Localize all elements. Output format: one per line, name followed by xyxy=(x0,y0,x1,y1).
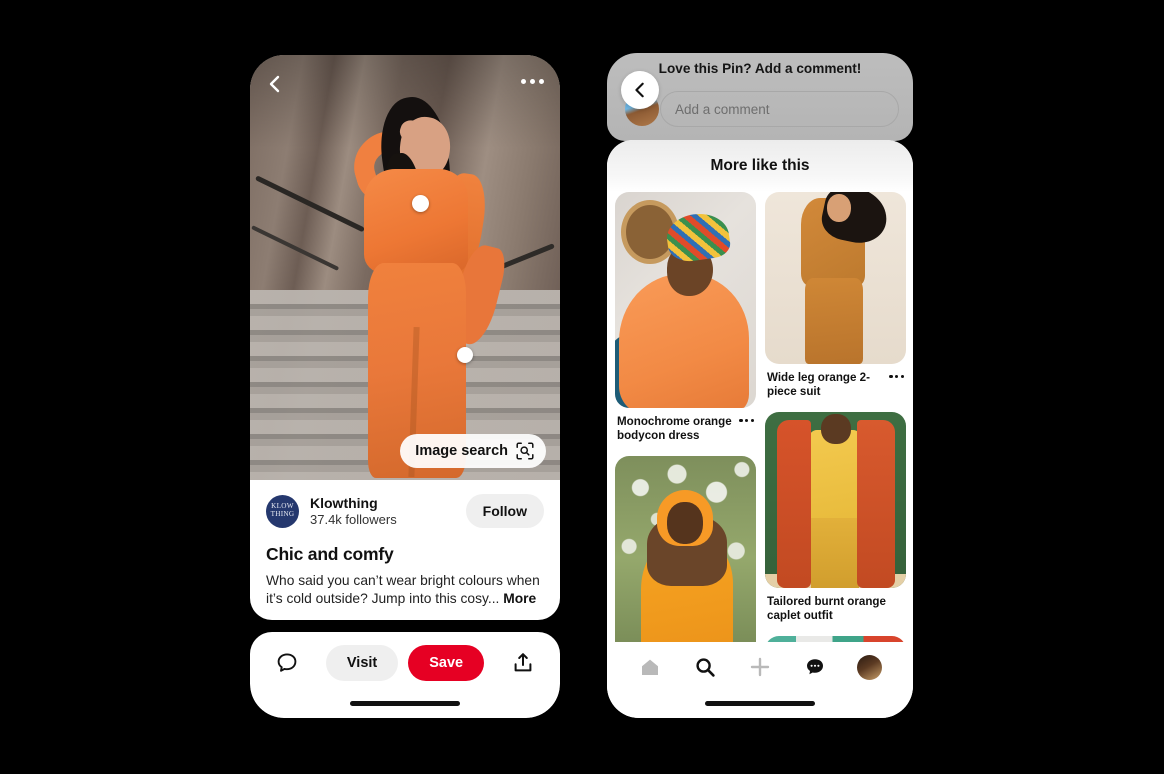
image-search-label: Image search xyxy=(415,443,508,459)
model-orange-shirt xyxy=(364,169,468,273)
figure-head xyxy=(821,414,851,444)
product-tag-dot-2[interactable] xyxy=(457,347,473,363)
share-upload-icon xyxy=(514,653,532,672)
related-pin-image-2[interactable] xyxy=(765,192,906,364)
overflow-dots-icon xyxy=(889,375,893,379)
tab-search[interactable] xyxy=(692,654,718,680)
overflow-dots-icon xyxy=(745,419,749,423)
pin-overflow-menu-button[interactable] xyxy=(521,79,544,84)
bottom-tab-bar xyxy=(607,642,913,718)
related-pin-caption-row-2: Wide leg orange 2-piece suit xyxy=(765,364,906,408)
grid-item[interactable]: Tailored burnt orange caplet outfit xyxy=(765,412,906,632)
pin-title: Chic and comfy xyxy=(266,544,394,564)
pin-action-bar: Visit Save xyxy=(250,632,560,718)
pin-description-text: Who said you can’t wear bright colours w… xyxy=(266,573,540,606)
speech-bubble-icon xyxy=(277,653,297,672)
coat-left-panel xyxy=(777,420,811,588)
figure-wide-leg-pants xyxy=(805,278,863,364)
pin-hero-image[interactable]: Image search xyxy=(250,55,560,480)
overflow-dots-icon xyxy=(895,375,899,379)
grid-item[interactable]: Monochrome orange bodycon dress xyxy=(615,192,756,452)
grid-column-right: Wide leg orange 2-piece suit Tailored bu… xyxy=(765,192,906,692)
search-icon xyxy=(696,658,715,677)
related-pin-caption-2: Wide leg orange 2-piece suit xyxy=(767,371,870,398)
overflow-dots-icon xyxy=(521,79,526,84)
comment-input-placeholder: Add a comment xyxy=(675,101,770,117)
model-figure xyxy=(338,77,510,480)
feed-back-button[interactable] xyxy=(621,71,659,109)
related-pin-caption-1: Monochrome orange bodycon dress xyxy=(617,415,732,442)
creator-text-block: Klowthing 37.4k followers xyxy=(310,495,455,527)
chevron-left-icon xyxy=(635,82,644,98)
tab-create[interactable] xyxy=(747,654,773,680)
figure-face xyxy=(667,502,703,544)
save-button[interactable]: Save xyxy=(408,645,485,681)
screenshot-stage: Image search KLOW THING Klowthing 37.4k … xyxy=(0,0,1164,774)
plus-icon xyxy=(750,657,770,677)
feed-header-title: More like this xyxy=(607,140,913,192)
coat-right-panel xyxy=(857,420,895,588)
back-button[interactable] xyxy=(266,75,284,93)
overflow-dots-icon xyxy=(739,419,743,423)
related-pin-menu-2[interactable] xyxy=(889,371,904,379)
related-pins-grid[interactable]: Monochrome orange bodycon dress Wide leg… xyxy=(607,192,913,692)
home-indicator xyxy=(705,701,815,706)
right-phone-frame: Love this Pin? Add a comment! Add a comm… xyxy=(607,53,913,718)
share-button[interactable] xyxy=(510,650,536,676)
comment-prompt-title: Love this Pin? Add a comment! xyxy=(658,61,862,76)
caplet-coat xyxy=(777,414,895,588)
grid-column-left: Monochrome orange bodycon dress xyxy=(615,192,756,692)
visit-button[interactable]: Visit xyxy=(325,645,399,681)
comment-input[interactable]: Add a comment xyxy=(660,91,899,127)
product-tag-dot-1[interactable] xyxy=(412,195,429,212)
profile-avatar-icon xyxy=(857,654,883,680)
creator-logo-line2: THING xyxy=(270,510,295,518)
related-pin-caption-4: Tailored burnt orange caplet outfit xyxy=(767,595,886,622)
tab-home[interactable] xyxy=(637,654,663,680)
lens-scan-icon xyxy=(516,442,534,460)
overflow-dots-icon xyxy=(900,375,904,379)
left-phone-frame: Image search KLOW THING Klowthing 37.4k … xyxy=(250,55,560,718)
related-pin-caption-row-4: Tailored burnt orange caplet outfit xyxy=(765,588,906,632)
pin-detail-card: Image search KLOW THING Klowthing 37.4k … xyxy=(250,55,560,620)
figure-yellow-trousers xyxy=(811,518,859,588)
creator-avatar[interactable]: KLOW THING xyxy=(266,494,299,528)
image-search-button[interactable]: Image search xyxy=(400,434,546,468)
overflow-dots-icon xyxy=(750,419,754,423)
home-icon xyxy=(642,659,659,675)
home-indicator xyxy=(350,701,460,706)
comment-button[interactable] xyxy=(274,650,300,676)
primary-actions: Visit Save xyxy=(325,645,485,681)
related-pin-image-4[interactable] xyxy=(765,412,906,588)
pin-meta-section: KLOW THING Klowthing 37.4k followers Fol… xyxy=(250,480,560,607)
creator-followers: 37.4k followers xyxy=(310,512,397,527)
pin-description: Who said you can’t wear bright colours w… xyxy=(266,572,544,607)
more-like-this-card: More like this Monochrome orange bodycon… xyxy=(607,140,913,718)
follow-button[interactable]: Follow xyxy=(465,494,544,528)
related-pin-caption-row-1: Monochrome orange bodycon dress xyxy=(615,408,756,452)
pin-description-more-link[interactable]: More xyxy=(503,591,536,606)
chevron-left-icon xyxy=(269,75,280,93)
pin-action-row: Visit Save xyxy=(250,632,560,694)
related-pin-image-1[interactable] xyxy=(615,192,756,408)
related-pin-menu-1[interactable] xyxy=(739,415,754,423)
pin-top-overlay xyxy=(250,55,560,111)
creator-name: Klowthing xyxy=(310,495,378,511)
tab-messages[interactable] xyxy=(802,654,828,680)
chat-bubble-icon xyxy=(806,659,823,675)
figure-face xyxy=(827,194,851,222)
creator-row: KLOW THING Klowthing 37.4k followers Fol… xyxy=(266,494,544,528)
overflow-dots-icon xyxy=(530,79,535,84)
overflow-dots-icon xyxy=(539,79,544,84)
tab-profile[interactable] xyxy=(857,654,883,680)
grid-item[interactable]: Wide leg orange 2-piece suit xyxy=(765,192,906,408)
